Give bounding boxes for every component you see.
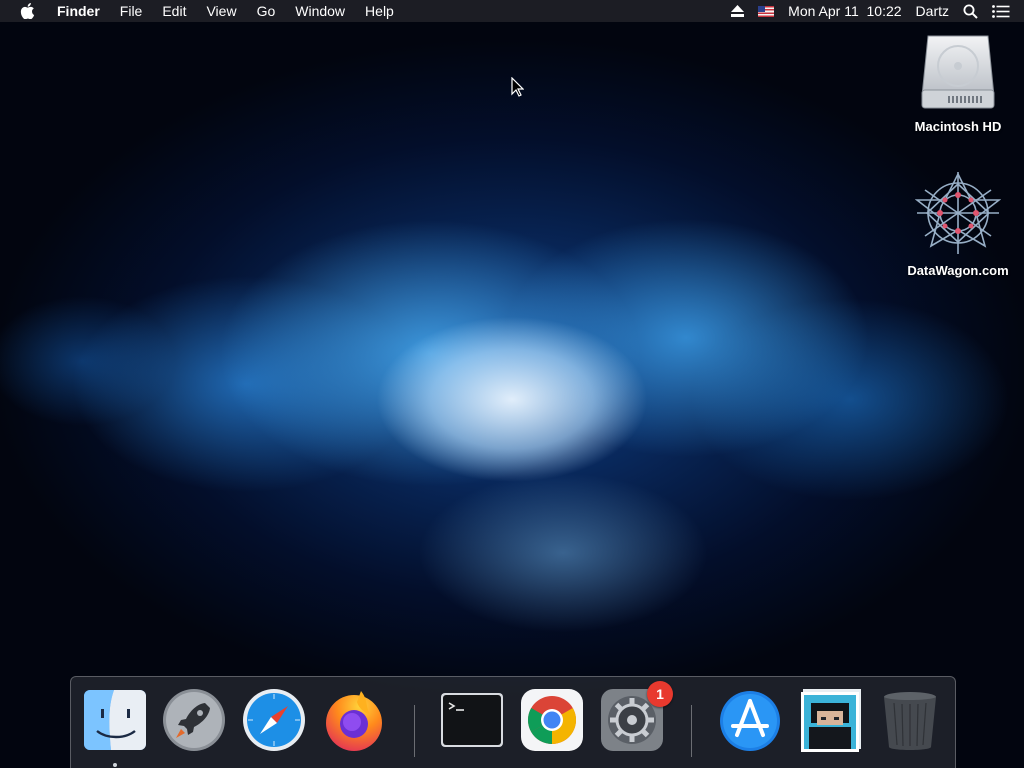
datawagon-web-icon (914, 172, 1002, 254)
menu-help[interactable]: Help (355, 0, 404, 22)
desktop-icon-label: DataWagon.com (907, 263, 1009, 278)
desktop-icon-label: Macintosh HD (914, 119, 1002, 134)
dock-app-system-preferences[interactable]: 1 (599, 681, 673, 753)
dock-app-terminal[interactable] (439, 687, 505, 753)
notification-badge: 1 (647, 681, 673, 707)
photo-stack-icon (801, 689, 861, 752)
notification-center-icon[interactable] (992, 4, 1010, 18)
dock-app-store[interactable] (717, 687, 783, 753)
input-source-flag-icon[interactable] (758, 5, 775, 17)
spotlight-search-icon[interactable] (963, 4, 978, 19)
dock: 1 (70, 676, 956, 768)
apple-menu-icon[interactable] (20, 3, 35, 19)
menu-edit[interactable]: Edit (152, 0, 196, 22)
running-indicator (113, 763, 117, 767)
menu-user-name[interactable]: Dartz (916, 0, 949, 22)
menu-go[interactable]: Go (247, 0, 286, 22)
dock-photo-stack[interactable] (797, 687, 863, 753)
dock-app-safari[interactable] (241, 687, 307, 753)
dock-app-launchpad[interactable] (161, 687, 227, 753)
menu-window[interactable]: Window (285, 0, 355, 22)
launchpad-icon (163, 689, 225, 751)
menu-app-name[interactable]: Finder (47, 0, 110, 22)
firefox-icon (326, 691, 382, 751)
menu-file[interactable]: File (110, 0, 153, 22)
mouse-pointer-icon (511, 77, 524, 97)
eject-icon[interactable] (731, 5, 745, 17)
menu-bar: Finder File Edit View Go Window Help Mon… (0, 0, 1024, 22)
dock-app-firefox[interactable] (321, 687, 387, 753)
dock-separator (414, 705, 415, 757)
dock-app-chrome[interactable] (519, 687, 585, 753)
safari-icon (243, 689, 305, 751)
desktop-wallpaper (0, 0, 1024, 768)
dock-separator (691, 705, 692, 757)
chrome-icon (521, 689, 583, 751)
dock-app-finder[interactable] (83, 687, 149, 753)
finder-icon (84, 690, 146, 750)
desktop-icon-datawagon[interactable]: DataWagon.com (898, 170, 1018, 278)
desktop-icon-macintosh-hd[interactable]: Macintosh HD (898, 30, 1018, 134)
menu-view[interactable]: View (196, 0, 246, 22)
menu-clock[interactable]: Mon Apr 11 10:22 (788, 0, 901, 22)
hard-drive-icon (921, 35, 995, 109)
trash-icon (884, 692, 936, 750)
terminal-icon (441, 693, 503, 747)
app-store-icon (720, 691, 780, 751)
dock-trash[interactable] (877, 687, 943, 753)
